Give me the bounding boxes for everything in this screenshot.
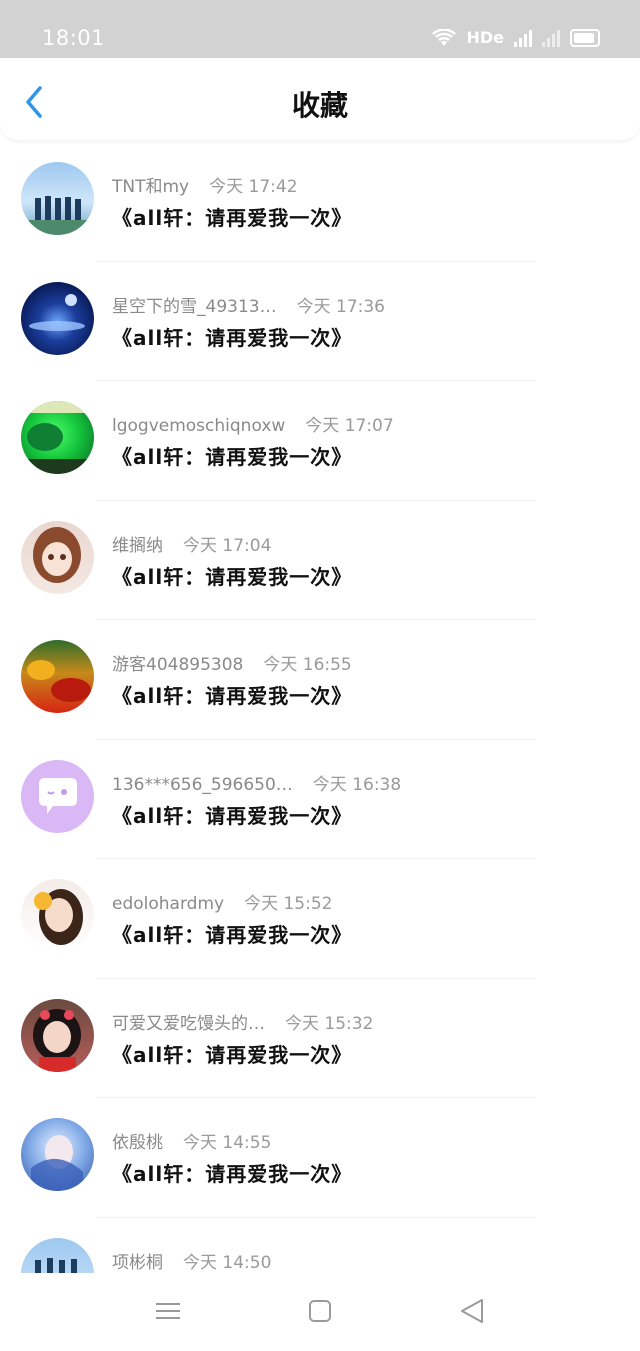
item-user: lgogvemoschiqnoxw: [112, 416, 286, 436]
avatar-image: [34, 889, 83, 945]
item-message[interactable]: 《all轩：请再爱我一次》: [112, 561, 352, 590]
item-meta: 可爱又爱吃馒头的… 今天 15:32: [112, 1009, 373, 1034]
list-item[interactable]: 维搁纳 今天 17:04 《all轩：请再爱我一次》: [0, 501, 640, 620]
avatar[interactable]: [21, 879, 94, 952]
avatar-image: [33, 526, 81, 583]
item-time: 今天 15:52: [244, 894, 333, 914]
avatar[interactable]: [21, 401, 94, 474]
item-time: 今天 14:55: [183, 1133, 272, 1153]
home-button[interactable]: [300, 1295, 340, 1327]
item-user: 可爱又爱吃馒头的…: [112, 1013, 265, 1034]
item-meta: TNT和my 今天 17:42: [112, 172, 298, 197]
item-user: 星空下的雪_49313…: [112, 296, 277, 317]
avatar-image: [21, 196, 94, 235]
item-meta: 维搁纳 今天 17:04: [112, 531, 271, 556]
avatar[interactable]: [21, 162, 94, 235]
item-time: 今天 14:50: [183, 1252, 272, 1273]
avatar[interactable]: [21, 281, 94, 355]
signal-icon: [514, 29, 532, 47]
item-message[interactable]: 《all轩：请再爱我一次》: [112, 800, 352, 829]
item-meta: 星空下的雪_49313… 今天 17:36: [112, 292, 385, 317]
item-time: 今天 17:07: [305, 416, 394, 436]
menu-button[interactable]: [148, 1295, 188, 1327]
status-time: 18:01: [42, 26, 106, 50]
item-time: 今天 17:04: [183, 535, 272, 556]
avatar[interactable]: [21, 1118, 94, 1191]
item-user: edolohardmy: [112, 894, 225, 914]
status-icons: HDe: [432, 28, 600, 47]
menu-icon: [156, 1303, 180, 1319]
avatar-image: [27, 660, 91, 702]
item-time: 今天 17:42: [209, 177, 298, 197]
item-user: 维搁纳: [112, 535, 163, 556]
item-message[interactable]: 《all轩：请再爱我一次》: [112, 441, 352, 470]
wifi-icon: [432, 28, 457, 46]
item-time: 今天 15:32: [285, 1013, 374, 1034]
page-title: 收藏: [291, 89, 348, 122]
list-item[interactable]: 星空下的雪_49313… 今天 17:36 《all轩：请再爱我一次》: [0, 262, 640, 381]
list-item[interactable]: 136***656_596650… 今天 16:38 《all轩：请再爱我一次》: [0, 740, 640, 859]
item-user: 项彬桐: [112, 1252, 163, 1273]
avatar-image: [39, 777, 77, 814]
item-meta: 项彬桐 今天 14:50: [112, 1248, 271, 1273]
list-item[interactable]: 依殷桃 今天 14:55 《all轩：请再爱我一次》: [0, 1098, 640, 1218]
item-time: 今天 16:55: [263, 655, 352, 675]
item-message[interactable]: 《all轩：请再爱我一次》: [112, 322, 352, 351]
avatar-image: [33, 1008, 81, 1072]
list-item[interactable]: edolohardmy 今天 15:52 《all轩：请再爱我一次》: [0, 859, 640, 979]
list-item[interactable]: TNT和my 今天 17:42 《all轩：请再爱我一次》: [0, 142, 640, 262]
avatar[interactable]: [21, 520, 94, 594]
battery-icon: [570, 28, 600, 47]
item-user: TNT和my: [112, 177, 190, 197]
avatar[interactable]: [21, 998, 94, 1072]
avatar-image: [31, 1135, 83, 1191]
home-square-icon: [309, 1300, 331, 1322]
header: 收藏: [0, 58, 640, 140]
back-triangle-icon: [461, 1299, 483, 1323]
item-meta: 136***656_596650… 今天 16:38: [112, 770, 401, 795]
avatar[interactable]: [21, 640, 94, 713]
item-meta: 游客404895308 今天 16:55: [112, 650, 352, 675]
list-item[interactable]: 可爱又爱吃馒头的… 今天 15:32 《all轩：请再爱我一次》: [0, 979, 640, 1098]
avatar[interactable]: [21, 759, 94, 833]
item-user: 依殷桃: [112, 1133, 163, 1153]
list-item[interactable]: lgogvemoschiqnoxw 今天 17:07 《all轩：请再爱我一次》: [0, 381, 640, 501]
item-time: 今天 17:36: [296, 296, 385, 317]
avatar-image: [29, 293, 85, 331]
item-meta: edolohardmy 今天 15:52: [112, 889, 332, 914]
status-bar: 18:01 HDe: [0, 0, 640, 58]
network-type: HDe: [466, 28, 504, 47]
avatar-image: [21, 401, 94, 474]
navigation-bar: [0, 1273, 640, 1351]
item-meta: 依殷桃 今天 14:55: [112, 1128, 271, 1153]
item-message[interactable]: 《all轩：请再爱我一次》: [112, 919, 352, 948]
item-message[interactable]: 《all轩：请再爱我一次》: [112, 1039, 352, 1068]
item-message[interactable]: 《all轩：请再爱我一次》: [112, 202, 352, 231]
item-message[interactable]: 《all轩：请再爱我一次》: [112, 680, 352, 709]
item-user: 136***656_596650…: [112, 774, 293, 795]
item-message[interactable]: 《all轩：请再爱我一次》: [112, 1158, 352, 1187]
item-user: 游客404895308: [112, 655, 244, 675]
list-item[interactable]: 游客404895308 今天 16:55 《all轩：请再爱我一次》: [0, 620, 640, 740]
signal-secondary-icon: [542, 29, 560, 47]
item-time: 今天 16:38: [312, 774, 402, 795]
nav-back-button[interactable]: [452, 1295, 492, 1327]
item-meta: lgogvemoschiqnoxw 今天 17:07: [112, 411, 394, 436]
favorites-list: TNT和my 今天 17:42 《all轩：请再爱我一次》 星空下的雪_49313…: [0, 142, 640, 1337]
